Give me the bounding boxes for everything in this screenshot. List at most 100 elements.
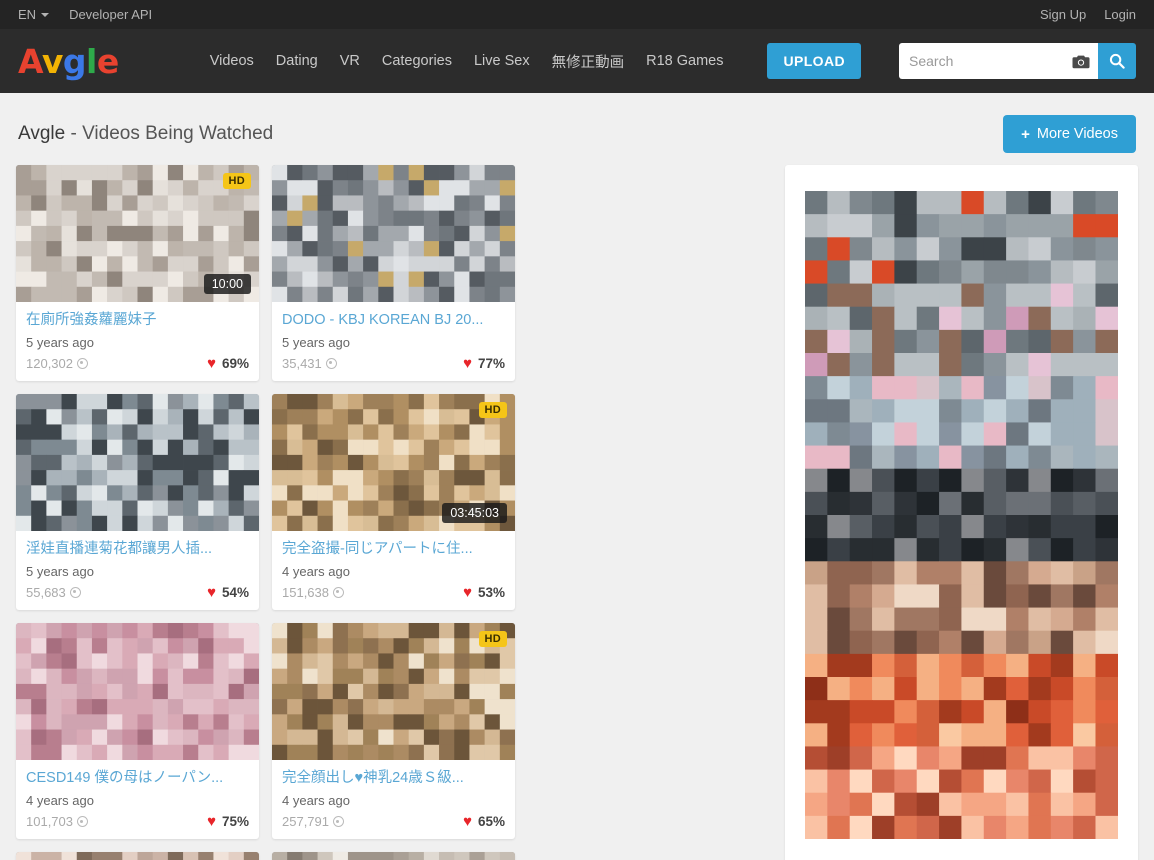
video-stats: 101,703 ♥ 75% [26,814,249,829]
view-count: 257,791 [282,814,344,829]
heart-icon: ♥ [463,813,472,831]
video-thumbnail[interactable]: HD 10:00 [16,165,259,302]
video-title[interactable]: 完全顔出し♥神乳24歳Ｓ級... [282,769,505,787]
video-title[interactable]: 在廁所強姦蘿麗妹子 [26,311,249,329]
views-icon [69,587,81,599]
site-header: Avgle Videos Dating VR Categories Live S… [0,29,1154,93]
video-card[interactable]: HD無 極上！ 美巨乳美女！ デカ...4 years ago1,250,535… [16,852,259,860]
search-button[interactable] [1098,43,1136,79]
video-thumbnail[interactable] [272,852,515,860]
video-card[interactable]: HD 10:00 在廁所強姦蘿麗妹子 5 years ago 120,302 ♥ 69% [16,165,259,382]
search-input[interactable] [899,43,1064,79]
rating: ♥ 69% [207,356,249,371]
video-title[interactable]: CESD149 僕の母はノーパン... [26,769,249,787]
hd-badge: HD [478,402,507,419]
upload-button[interactable]: UPLOAD [767,43,861,79]
view-count: 120,302 [26,356,88,371]
video-meta: 淫娃直播連菊花都讓男人插... 5 years ago 55,683 ♥ 54% [16,531,259,610]
video-grid: HD 10:00 在廁所強姦蘿麗妹子 5 years ago 120,302 ♥ 69% DO… [16,165,769,860]
hd-badge: HD [222,173,251,189]
language-selector[interactable]: EN [18,7,50,22]
heart-icon: ♥ [463,355,472,373]
more-videos-button[interactable]: + More Videos [1003,115,1136,153]
video-age: 5 years ago [26,335,94,351]
video-thumbnail-image [16,852,259,860]
video-thumbnail-image [16,623,259,761]
rating: ♥ 77% [463,356,505,371]
video-thumbnail[interactable] [16,623,259,761]
logo-letter-2: g [62,41,87,81]
view-count: 101,703 [26,814,88,829]
page-title-brand: Avgle [18,123,66,144]
video-age: 4 years ago [282,793,350,809]
view-count: 151,638 [282,585,344,600]
nav-item-dating[interactable]: Dating [276,53,318,69]
nav-item-uncensored[interactable]: 無修正動画 [552,51,625,72]
video-card[interactable]: CESD149 僕の母はノーパン... 4 years ago 101,703 ♥ 75… [16,623,259,840]
page-title: Avgle - Videos Being Watched [18,123,273,145]
topbar-left-group: EN Developer API [18,7,152,22]
nav-item-r18-games[interactable]: R18 Games [646,53,723,69]
video-thumbnail-image [16,394,259,532]
advertisement-banner[interactable] [805,191,1118,839]
view-count-value: 55,683 [26,585,66,601]
video-title[interactable]: DODO - KBJ KOREAN BJ 20... [282,311,505,329]
view-count: 35,431 [282,356,337,371]
heart-icon: ♥ [207,584,216,602]
logo-letter-4: e [96,41,119,81]
logo-letter-3: l [86,41,97,81]
video-meta: 在廁所強姦蘿麗妹子 5 years ago 120,302 ♥ 69% [16,302,259,381]
video-stats: 120,302 ♥ 69% [26,356,249,371]
duration-badge: 10:00 [203,274,251,294]
logo-letter-0: A [18,41,42,81]
nav-item-categories[interactable]: Categories [382,53,452,69]
sign-up-link[interactable]: Sign Up [1040,7,1086,22]
views-icon [325,358,337,370]
video-stats: 151,638 ♥ 53% [282,585,505,600]
video-age: 4 years ago [26,793,94,809]
video-card[interactable]: 水川〇〇レ/水〇〇り OL H...4 years ago304,581♥72% [272,852,515,860]
main-navigation: Videos Dating VR Categories Live Sex 無修正… [210,43,1136,79]
views-icon [77,816,88,828]
video-card[interactable]: HD 03:45:03 完全盗撮-同じアパートに住... 4 years ago 151… [272,394,515,611]
rating: ♥ 53% [463,585,505,600]
view-count-value: 257,791 [282,814,329,830]
rating: ♥ 75% [207,814,249,829]
video-title[interactable]: 完全盗撮-同じアパートに住... [282,540,505,558]
video-card[interactable]: 淫娃直播連菊花都讓男人插... 5 years ago 55,683 ♥ 54% [16,394,259,611]
video-thumbnail[interactable] [16,394,259,532]
heart-icon: ♥ [207,813,216,831]
view-count-value: 151,638 [282,585,329,601]
more-videos-label: More Videos [1036,126,1118,142]
video-thumbnail[interactable]: HD [16,852,259,860]
video-title[interactable]: 淫娃直播連菊花都讓男人插... [26,540,249,558]
video-card[interactable]: HD 完全顔出し♥神乳24歳Ｓ級... 4 years ago 257,791 ♥ 65% [272,623,515,840]
view-count-value: 120,302 [26,356,73,372]
video-thumbnail-image [272,852,515,860]
advertisement-panel[interactable] [785,165,1138,860]
video-thumbnail[interactable] [272,165,515,302]
page-title-rest: - Videos Being Watched [65,123,274,144]
heart-icon: ♥ [463,584,472,602]
nav-item-vr[interactable]: VR [340,53,360,69]
login-link[interactable]: Login [1104,7,1136,22]
plus-icon: + [1021,125,1030,143]
developer-api-link[interactable]: Developer API [69,7,152,22]
nav-item-videos[interactable]: Videos [210,53,254,69]
video-meta: DODO - KBJ KOREAN BJ 20... 5 years ago 35,… [272,302,515,381]
content-area: HD 10:00 在廁所強姦蘿麗妹子 5 years ago 120,302 ♥ 69% DO… [0,165,1154,860]
heart-icon: ♥ [207,355,216,373]
video-card[interactable]: DODO - KBJ KOREAN BJ 20... 5 years ago 35,… [272,165,515,382]
site-logo[interactable]: Avgle [18,45,119,78]
rating-value: 77% [477,356,505,372]
view-count-value: 101,703 [26,814,73,830]
video-thumbnail[interactable]: HD 03:45:03 [272,394,515,532]
video-stats: 55,683 ♥ 54% [26,585,249,600]
camera-icon[interactable] [1064,43,1098,79]
views-icon [333,587,344,599]
nav-item-live-sex[interactable]: Live Sex [474,53,530,69]
rating: ♥ 54% [207,585,249,600]
video-age: 4 years ago [282,564,350,580]
video-thumbnail[interactable]: HD [272,623,515,761]
search-bar [899,43,1136,79]
